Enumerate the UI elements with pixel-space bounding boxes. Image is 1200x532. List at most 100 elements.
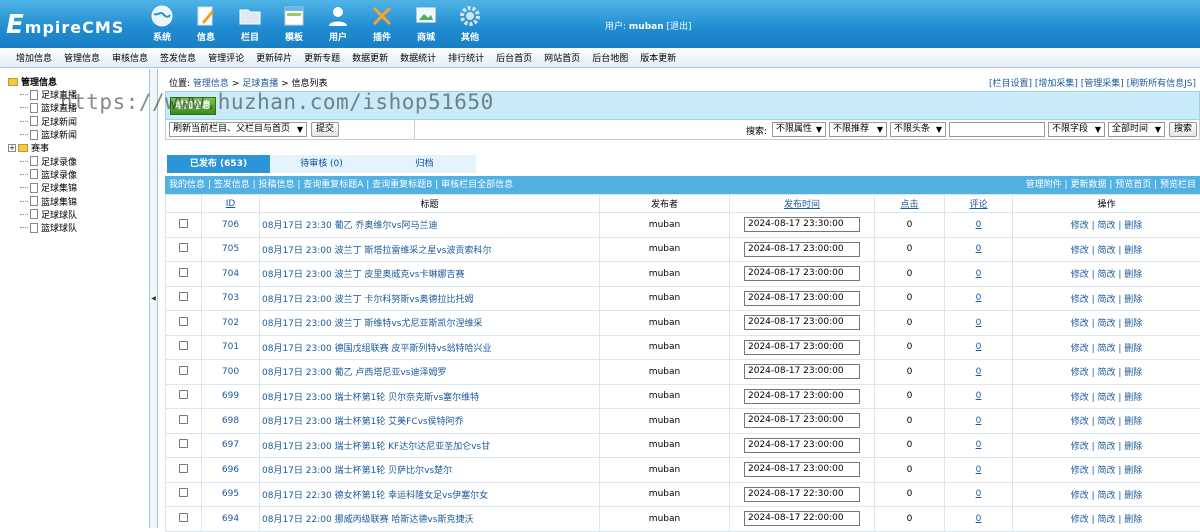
row-checkbox[interactable]	[166, 507, 202, 532]
tree-root[interactable]: 管理信息	[8, 75, 149, 88]
cell-title[interactable]: 08月17日 23:00 葡乙 卢西塔尼亚vs迪泽姆罗	[260, 360, 600, 385]
cell-title[interactable]: 08月17日 23:30 葡乙 乔奥维尔vs阿马兰迪	[260, 213, 600, 238]
column-links[interactable]: [栏目设置] [增加采集] [管理采集] [刷新所有信息JS]	[989, 76, 1196, 89]
row-checkbox[interactable]	[166, 384, 202, 409]
headline-select[interactable]: 不限头条▼	[890, 122, 946, 137]
time-input[interactable]: 2024-08-17 23:00:00	[744, 462, 860, 477]
row-checkbox[interactable]	[166, 311, 202, 336]
cell-ops[interactable]: 修改 | 简改 | 删除	[1013, 458, 1200, 483]
cell-ops[interactable]: 修改 | 简改 | 删除	[1013, 213, 1200, 238]
tree-item[interactable]: 篮球新闻	[8, 128, 149, 141]
time-input[interactable]: 2024-08-17 22:00:00	[744, 511, 860, 526]
comments-link[interactable]: 0	[976, 318, 982, 328]
comments-link[interactable]: 0	[976, 440, 982, 450]
row-checkbox[interactable]	[166, 213, 202, 238]
attr-select[interactable]: 不限属性▼	[772, 122, 826, 137]
cell-title[interactable]: 08月17日 23:00 波兰丁 卡尔科努斯vs奥德拉比托姆	[260, 286, 600, 311]
add-info-button[interactable]: 增加信息	[170, 97, 216, 115]
row-checkbox[interactable]	[166, 482, 202, 507]
cell-ops[interactable]: 修改 | 简改 | 删除	[1013, 409, 1200, 434]
row-checkbox[interactable]	[166, 237, 202, 262]
tree-item[interactable]: 篮球集锦	[8, 194, 149, 207]
comments-link[interactable]: 0	[976, 220, 982, 230]
search-button[interactable]: 搜索	[1169, 122, 1197, 137]
tree-item[interactable]: 足球录像	[8, 154, 149, 167]
topnav-plugin[interactable]: 插件	[360, 4, 404, 46]
row-checkbox[interactable]	[166, 262, 202, 287]
topnav-other[interactable]: 其他	[448, 4, 492, 46]
time-input[interactable]: 2024-08-17 23:30:00	[744, 217, 860, 232]
cell-ops[interactable]: 修改 | 简改 | 删除	[1013, 335, 1200, 360]
topnav-system[interactable]: 系统	[140, 4, 184, 46]
topnav-user[interactable]: 用户	[316, 4, 360, 46]
menu-item[interactable]: 数据统计	[400, 51, 436, 64]
col-id[interactable]: ID	[202, 195, 260, 213]
cell-title[interactable]: 08月17日 22:00 挪威丙级联赛 哈斯达德vs斯克捷沃	[260, 507, 600, 532]
col-time[interactable]: 发布时间	[730, 195, 875, 213]
tab-published[interactable]: 已发布 (653)	[167, 155, 270, 173]
row-checkbox[interactable]	[166, 433, 202, 458]
tree-item[interactable]: 篮球直播	[8, 101, 149, 114]
col-comments[interactable]: 评论	[945, 195, 1013, 213]
comments-link[interactable]: 0	[976, 244, 982, 254]
time-input[interactable]: 2024-08-17 23:00:00	[744, 438, 860, 453]
search-input[interactable]	[949, 122, 1045, 137]
menu-item[interactable]: 签发信息	[160, 51, 196, 64]
row-checkbox[interactable]	[166, 286, 202, 311]
cell-ops[interactable]: 修改 | 简改 | 删除	[1013, 311, 1200, 336]
menu-item[interactable]: 管理评论	[208, 51, 244, 64]
cell-title[interactable]: 08月17日 23:00 波兰丁 斯维特vs尤尼亚斯凯尔涅维采	[260, 311, 600, 336]
crumb-link[interactable]: 足球直播	[242, 79, 278, 89]
time-input[interactable]: 2024-08-17 23:00:00	[744, 291, 860, 306]
cell-title[interactable]: 08月17日 23:00 瑞士杯第1轮 贝尔奈克斯vs塞尔维特	[260, 384, 600, 409]
checkbox[interactable]	[179, 317, 188, 326]
checkbox[interactable]	[179, 439, 188, 448]
checkbox[interactable]	[179, 268, 188, 277]
checkbox[interactable]	[179, 341, 188, 350]
recommend-select[interactable]: 不限推荐▼	[829, 122, 887, 137]
topnav-shop[interactable]: 商城	[404, 4, 448, 46]
expand-icon[interactable]: +	[8, 144, 16, 152]
crumb-link[interactable]: 管理信息	[193, 79, 229, 89]
checkbox[interactable]	[179, 415, 188, 424]
comments-link[interactable]: 0	[976, 391, 982, 401]
menu-item[interactable]: 后台地图	[592, 51, 628, 64]
row-checkbox[interactable]	[166, 458, 202, 483]
row-checkbox[interactable]	[166, 409, 202, 434]
menu-item[interactable]: 网站首页	[544, 51, 580, 64]
time-input[interactable]: 2024-08-17 23:00:00	[744, 364, 860, 379]
tree-item[interactable]: 篮球球队	[8, 221, 149, 234]
comments-link[interactable]: 0	[976, 465, 982, 475]
checkbox[interactable]	[179, 488, 188, 497]
field-select[interactable]: 不限字段▼	[1048, 122, 1105, 137]
menu-item[interactable]: 版本更新	[640, 51, 676, 64]
time-input[interactable]: 2024-08-17 23:00:00	[744, 266, 860, 281]
cell-title[interactable]: 08月17日 23:00 瑞士杯第1轮 艾美FCvs侯特阿乔	[260, 409, 600, 434]
tree-item[interactable]: 足球集锦	[8, 181, 149, 194]
checkbox[interactable]	[179, 292, 188, 301]
cell-title[interactable]: 08月17日 23:00 德国戊组联赛 皮平斯列特vs翁特哈兴业	[260, 335, 600, 360]
time-input[interactable]: 2024-08-17 23:00:00	[744, 389, 860, 404]
checkbox[interactable]	[179, 219, 188, 228]
action-links-right[interactable]: 管理附件 | 更新数据 | 预览首页 | 预览栏目	[1026, 176, 1196, 194]
logout-link[interactable]: [退出]	[667, 22, 692, 32]
submit-button[interactable]: 提交	[311, 122, 339, 137]
cell-ops[interactable]: 修改 | 简改 | 删除	[1013, 482, 1200, 507]
action-links-left[interactable]: 我的信息 | 签发信息 | 投稿信息 | 查询重复标题A | 查询重复标题B |…	[169, 176, 513, 194]
comments-link[interactable]: 0	[976, 489, 982, 499]
menu-item[interactable]: 排行统计	[448, 51, 484, 64]
time-input[interactable]: 2024-08-17 23:00:00	[744, 242, 860, 257]
tree-item[interactable]: 足球球队	[8, 208, 149, 221]
topnav-template[interactable]: 模板	[272, 4, 316, 46]
col-clicks[interactable]: 点击	[875, 195, 945, 213]
tree-item[interactable]: 足球直播	[8, 88, 149, 101]
time-input[interactable]: 2024-08-17 22:30:00	[744, 487, 860, 502]
cell-title[interactable]: 08月17日 23:00 瑞士杯第1轮 贝萨比尔vs楚尔	[260, 458, 600, 483]
topnav-info[interactable]: 信息	[184, 4, 228, 46]
cell-ops[interactable]: 修改 | 简改 | 删除	[1013, 262, 1200, 287]
menu-item[interactable]: 后台首页	[496, 51, 532, 64]
comments-link[interactable]: 0	[976, 293, 982, 303]
cell-ops[interactable]: 修改 | 简改 | 删除	[1013, 237, 1200, 262]
menu-item[interactable]: 增加信息	[16, 51, 52, 64]
checkbox[interactable]	[179, 513, 188, 522]
